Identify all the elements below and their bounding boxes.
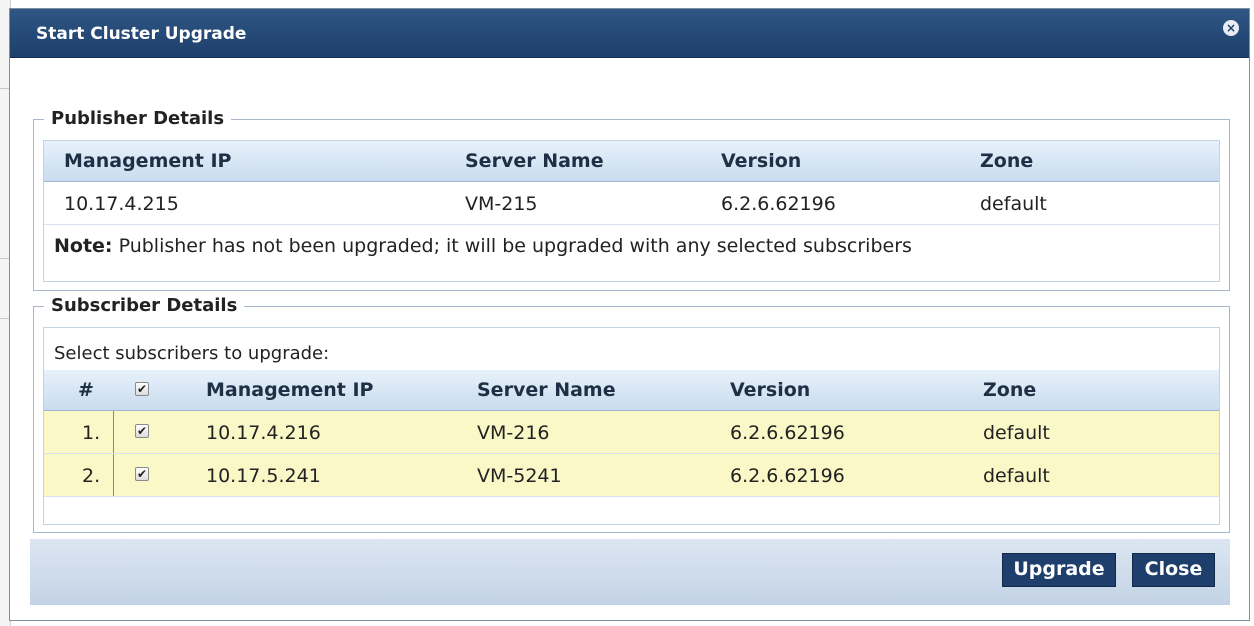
col-version: Version bbox=[721, 150, 802, 172]
row-checkbox[interactable]: ✔ bbox=[135, 467, 149, 481]
subscriber-ip: 10.17.5.241 bbox=[206, 465, 321, 487]
publisher-details-group: Publisher Details Management IP Server N… bbox=[33, 108, 1230, 291]
start-cluster-upgrade-dialog: Start Cluster Upgrade × Publisher Detail… bbox=[9, 8, 1250, 621]
close-icon[interactable]: × bbox=[1223, 20, 1239, 36]
col-server-name: Server Name bbox=[477, 379, 616, 401]
col-version: Version bbox=[730, 379, 811, 401]
col-management-ip: Management IP bbox=[64, 150, 232, 172]
publisher-server-name: VM-215 bbox=[465, 193, 538, 215]
publisher-note: Note: Publisher has not been upgraded; i… bbox=[54, 235, 912, 257]
col-zone: Zone bbox=[983, 379, 1037, 401]
subscriber-zone: default bbox=[983, 422, 1050, 444]
subscriber-zone: default bbox=[983, 465, 1050, 487]
subscriber-table-header: # ✔ Management IP Server Name Version Zo… bbox=[44, 370, 1219, 411]
upgrade-button[interactable]: Upgrade bbox=[1002, 553, 1116, 587]
subscriber-table: Select subscribers to upgrade: # ✔ Manag… bbox=[43, 327, 1220, 525]
row-checkbox[interactable]: ✔ bbox=[135, 424, 149, 438]
publisher-ip: 10.17.4.215 bbox=[64, 193, 179, 215]
subscriber-server-name: VM-5241 bbox=[477, 465, 562, 487]
col-zone: Zone bbox=[980, 150, 1034, 172]
row-number: 1. bbox=[82, 422, 101, 444]
col-server-name: Server Name bbox=[465, 150, 604, 172]
col-number: # bbox=[78, 379, 94, 401]
dialog-titlebar: Start Cluster Upgrade × bbox=[10, 9, 1249, 58]
subscriber-ip: 10.17.4.216 bbox=[206, 422, 321, 444]
select-subscribers-caption: Select subscribers to upgrade: bbox=[54, 343, 330, 364]
publisher-table: Management IP Server Name Version Zone 1… bbox=[43, 140, 1220, 282]
subscriber-details-group: Subscriber Details Select subscribers to… bbox=[33, 295, 1230, 533]
publisher-version: 6.2.6.62196 bbox=[721, 193, 836, 215]
publisher-row: 10.17.4.215 VM-215 6.2.6.62196 default bbox=[44, 182, 1219, 225]
subscriber-version: 6.2.6.62196 bbox=[730, 422, 845, 444]
subscriber-row[interactable]: 1. ✔ 10.17.4.216 VM-216 6.2.6.62196 defa… bbox=[44, 411, 1219, 454]
publisher-table-header: Management IP Server Name Version Zone bbox=[44, 141, 1219, 182]
row-number-cell bbox=[44, 411, 114, 453]
col-management-ip: Management IP bbox=[206, 379, 374, 401]
row-number-cell bbox=[44, 454, 114, 496]
subscriber-version: 6.2.6.62196 bbox=[730, 465, 845, 487]
dialog-title: Start Cluster Upgrade bbox=[36, 24, 247, 44]
publisher-details-legend: Publisher Details bbox=[44, 108, 232, 130]
publisher-zone: default bbox=[980, 193, 1047, 215]
dialog-footer: Upgrade Close bbox=[30, 539, 1230, 605]
subscriber-details-legend: Subscriber Details bbox=[44, 295, 245, 317]
note-text: Publisher has not been upgraded; it will… bbox=[112, 235, 912, 257]
subscriber-row[interactable]: 2. ✔ 10.17.5.241 VM-5241 6.2.6.62196 def… bbox=[44, 454, 1219, 497]
subscriber-server-name: VM-216 bbox=[477, 422, 550, 444]
row-number: 2. bbox=[82, 465, 101, 487]
close-button[interactable]: Close bbox=[1132, 553, 1215, 587]
select-all-checkbox[interactable]: ✔ bbox=[135, 382, 149, 396]
note-label: Note: bbox=[54, 235, 113, 257]
